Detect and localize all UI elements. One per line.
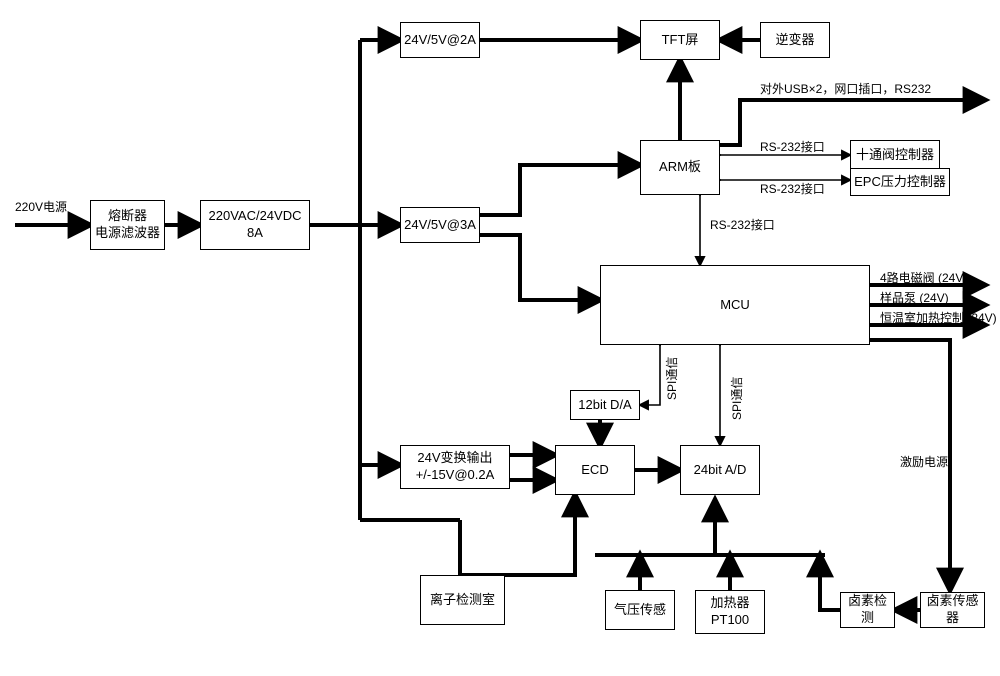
ecd-box: ECD (555, 445, 635, 495)
arm-box: ARM板 (640, 140, 720, 195)
psu-box: 220VAC/24VDC 8A (200, 200, 310, 250)
fuse-filter-box: 熔断器 电源滤波器 (90, 200, 165, 250)
pressure-box: 气压传感 (605, 590, 675, 630)
heater-text: 加热器 PT100 (710, 595, 749, 629)
ten-valve-box: 十通阀控制器 (850, 140, 940, 170)
reg-3a-box: 24V/5V@3A (400, 207, 480, 243)
fuse-filter-text: 熔断器 电源滤波器 (95, 208, 160, 242)
heater-box: 加热器 PT100 (695, 590, 765, 634)
dac-text: 12bit D/A (578, 397, 631, 414)
out2-label: 样品泵 (24V) (880, 291, 949, 305)
epc-box: EPC压力控制器 (850, 168, 950, 196)
arm-text: ARM板 (659, 159, 701, 176)
rs232-a-label: RS-232接口 (760, 140, 825, 154)
rs232-c-label: RS-232接口 (710, 218, 775, 232)
ten-valve-text: 十通阀控制器 (856, 147, 934, 164)
psu-text: 220VAC/24VDC 8A (209, 208, 302, 242)
halogen-det-box: 卤素检测 (840, 592, 895, 628)
reg-3a-text: 24V/5V@3A (404, 217, 476, 234)
ion-chamber-text: 离子检测室 (430, 592, 495, 609)
halogen-sensor-text: 卤素传感器 (923, 593, 982, 627)
dac-box: 12bit D/A (570, 390, 640, 420)
ecd-text: ECD (581, 462, 608, 479)
mcu-box: MCU (600, 265, 870, 345)
reg-2a-box: 24V/5V@2A (400, 22, 480, 58)
adc-text: 24bit A/D (694, 462, 747, 479)
tft-text: TFT屏 (662, 32, 699, 49)
ion-chamber-box: 离子检测室 (420, 575, 505, 625)
input-power-label: 220V电源 (15, 200, 67, 214)
reg-2a-text: 24V/5V@2A (404, 32, 476, 49)
tft-box: TFT屏 (640, 20, 720, 60)
epc-text: EPC压力控制器 (854, 174, 946, 191)
halogen-sensor-box: 卤素传感器 (920, 592, 985, 628)
halogen-det-text: 卤素检测 (843, 593, 892, 627)
excite-label: 激励电源 (900, 455, 948, 469)
diagram: 220V电源 熔断器 电源滤波器 220VAC/24VDC 8A 24V/5V@… (0, 0, 1000, 676)
inverter-text: 逆变器 (775, 32, 814, 49)
usb-label: 对外USB×2，网口插口，RS232 (760, 82, 931, 96)
reg-15v-text: 24V变换输出 +/-15V@0.2A (416, 450, 495, 484)
pressure-text: 气压传感 (614, 602, 666, 619)
spi-a-label: SPI通信 (665, 357, 679, 400)
out3-label: 恒温室加热控制 (24V) (880, 311, 997, 325)
mcu-text: MCU (720, 297, 750, 314)
out1-label: 4路电磁阀 (24V) (880, 271, 967, 285)
reg-15v-box: 24V变换输出 +/-15V@0.2A (400, 445, 510, 489)
inverter-box: 逆变器 (760, 22, 830, 58)
adc-box: 24bit A/D (680, 445, 760, 495)
rs232-b-label: RS-232接口 (760, 182, 825, 196)
spi-b-label: SPI通信 (730, 377, 744, 420)
